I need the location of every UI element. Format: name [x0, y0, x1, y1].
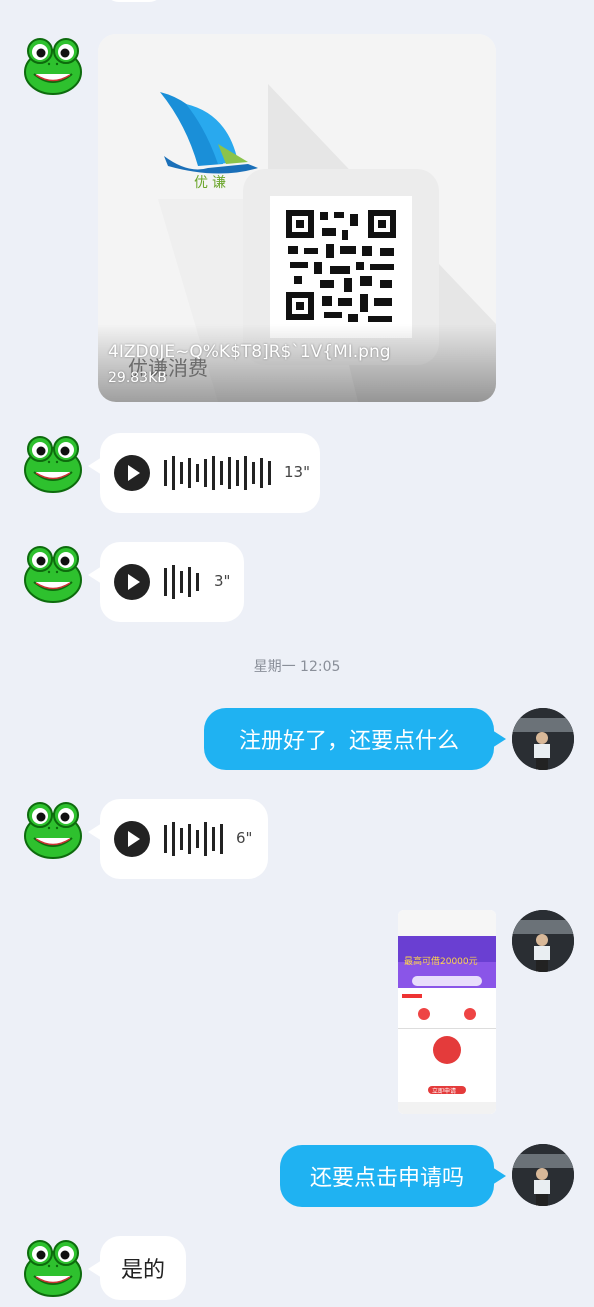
- thumb-amount: 最高可借20000元: [404, 957, 478, 967]
- waveform-icon: [164, 456, 271, 490]
- frog-icon: [24, 436, 82, 493]
- frog-icon: [24, 38, 82, 95]
- play-icon[interactable]: [114, 821, 150, 857]
- frog-avatar[interactable]: [22, 432, 84, 494]
- frog-icon: [24, 802, 82, 859]
- outgoing-message[interactable]: 还要点击申请吗: [280, 1145, 506, 1207]
- frog-icon: [24, 1240, 82, 1297]
- frog-avatar[interactable]: [22, 34, 84, 96]
- avatar-photo: [512, 910, 574, 972]
- voice-duration: 13": [284, 463, 310, 481]
- frog-avatar[interactable]: [22, 1236, 84, 1298]
- partial-bubble: [104, 0, 164, 2]
- waveform-icon: [164, 822, 223, 856]
- message-text: 注册好了，还要点什么: [238, 729, 459, 754]
- voice-message[interactable]: 6": [88, 799, 268, 879]
- play-icon[interactable]: [114, 564, 150, 600]
- waveform-icon: [164, 565, 199, 599]
- voice-duration: 3": [214, 572, 231, 590]
- frog-icon: [24, 546, 82, 603]
- voice-message[interactable]: 3": [88, 542, 244, 622]
- voice-duration: 6": [236, 829, 253, 847]
- image-message[interactable]: 最高可借20000元 立即申请: [398, 910, 496, 1114]
- play-icon[interactable]: [114, 455, 150, 491]
- file-name: 4IZD0JE~Q%K$T8]R$`1V{MI.png: [108, 342, 391, 362]
- message-text: 还要点击申请吗: [309, 1166, 464, 1191]
- brand-logo-text: 优谦: [194, 175, 230, 191]
- frog-avatar[interactable]: [22, 542, 84, 604]
- file-message[interactable]: 优谦 优谦消费 4IZD0JE~Q%K$T8]R$`1V{MI.png 29.8…: [98, 34, 496, 402]
- voice-message[interactable]: 13": [88, 433, 320, 513]
- avatar-photo: [512, 708, 574, 770]
- message-text: 是的: [120, 1258, 165, 1283]
- file-size: 29.83KB: [108, 370, 167, 386]
- user-avatar[interactable]: [512, 1144, 574, 1206]
- incoming-message[interactable]: 是的: [88, 1236, 186, 1300]
- app-screenshot: [398, 910, 496, 1114]
- user-avatar[interactable]: [512, 708, 574, 770]
- outgoing-message[interactable]: 注册好了，还要点什么: [204, 708, 506, 770]
- avatar-photo: [512, 1144, 574, 1206]
- user-avatar[interactable]: [512, 910, 574, 972]
- timestamp: 星期一 12:05: [253, 659, 341, 675]
- thumb-apply: 立即申请: [432, 1088, 457, 1095]
- frog-avatar[interactable]: [22, 798, 84, 860]
